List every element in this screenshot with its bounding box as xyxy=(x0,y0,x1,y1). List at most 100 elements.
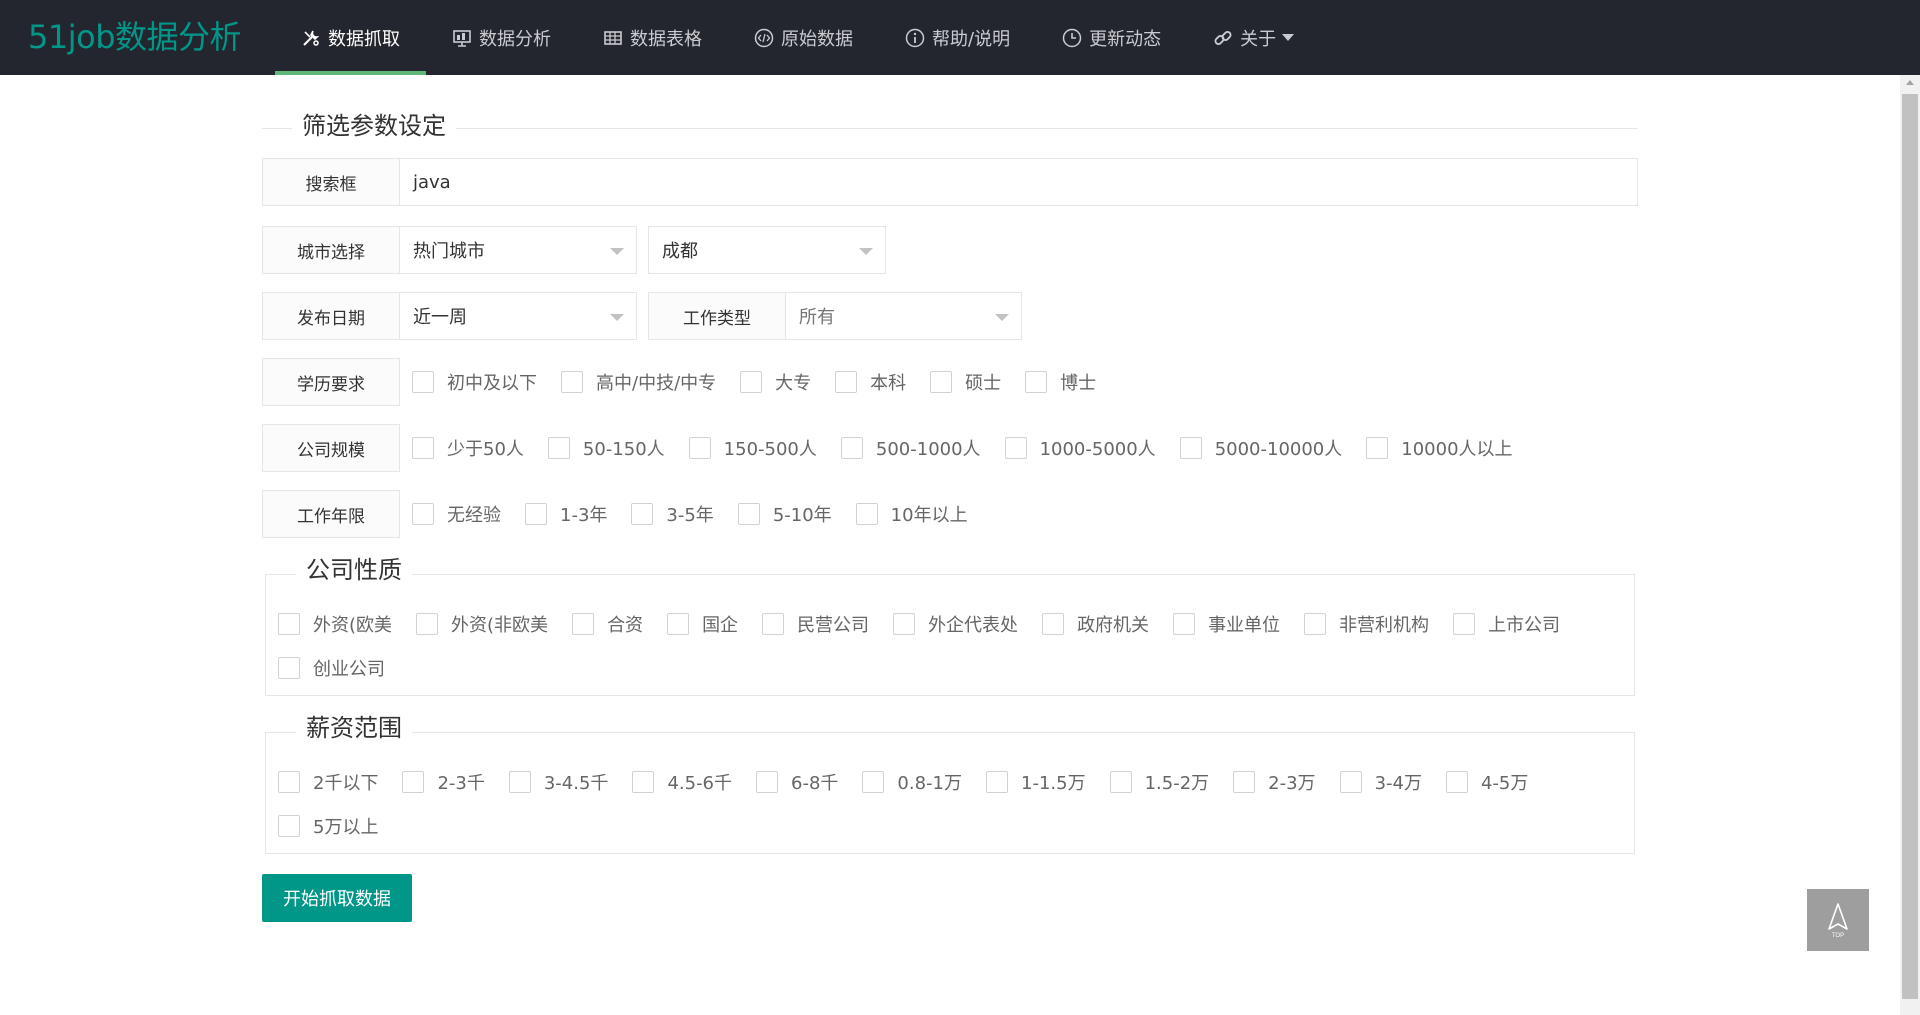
checkbox-box[interactable] xyxy=(1453,613,1476,635)
checkbox-company-type[interactable]: 外资(欧美 xyxy=(278,611,392,637)
job-type-select[interactable]: 所有 xyxy=(786,292,1022,340)
checkbox-box[interactable] xyxy=(1004,437,1027,459)
checkbox-company-type[interactable]: 政府机关 xyxy=(1042,611,1149,637)
nav-item-help[interactable]: 帮助/说明 xyxy=(879,0,1036,75)
checkbox-box[interactable] xyxy=(1109,771,1132,793)
checkbox-box[interactable] xyxy=(631,503,654,525)
checkbox-experience[interactable]: 5-10年 xyxy=(737,501,832,527)
checkbox-box[interactable] xyxy=(1042,613,1065,635)
checkbox-experience[interactable]: 无经验 xyxy=(412,501,501,527)
checkbox-box[interactable] xyxy=(986,771,1008,793)
checkbox-box[interactable] xyxy=(561,371,583,393)
date-select[interactable]: 近一周 xyxy=(400,292,637,340)
checkbox-box[interactable] xyxy=(762,613,785,635)
checkbox-company-type[interactable]: 外企代表处 xyxy=(893,611,1018,637)
checkbox-company-size[interactable]: 少于50人 xyxy=(412,435,524,461)
checkbox-education[interactable]: 高中/中技/中专 xyxy=(561,369,716,395)
checkbox-box[interactable] xyxy=(278,771,300,793)
city-select[interactable]: 成都 xyxy=(648,226,886,274)
checkbox-box[interactable] xyxy=(1233,771,1256,793)
checkbox-box[interactable] xyxy=(412,371,434,393)
checkbox-company-type[interactable]: 外资(非欧美 xyxy=(416,611,548,637)
checkbox-box[interactable] xyxy=(1339,771,1362,793)
checkbox-label: 少于50人 xyxy=(447,439,524,460)
checkbox-company-size[interactable]: 1000-5000人 xyxy=(1004,435,1156,461)
nav-item-updates[interactable]: 更新动态 xyxy=(1036,0,1187,75)
checkbox-salary[interactable]: 4-5万 xyxy=(1445,769,1528,795)
nav-item-about[interactable]: 关于 xyxy=(1187,0,1320,75)
checkbox-box[interactable] xyxy=(862,771,885,793)
checkbox-box[interactable] xyxy=(1173,613,1196,635)
nav-item-data-table[interactable]: 数据表格 xyxy=(577,0,728,75)
checkbox-company-type[interactable]: 民营公司 xyxy=(762,611,869,637)
city-category-select[interactable]: 热门城市 xyxy=(400,226,637,274)
checkbox-company-type[interactable]: 事业单位 xyxy=(1173,611,1280,637)
checkbox-box[interactable] xyxy=(855,503,878,525)
search-input[interactable]: java xyxy=(400,158,1638,206)
checkbox-company-size[interactable]: 10000人以上 xyxy=(1366,435,1513,461)
checkbox-education[interactable]: 初中及以下 xyxy=(412,369,537,395)
checkbox-box[interactable] xyxy=(840,437,863,459)
checkbox-box[interactable] xyxy=(525,503,547,525)
checkbox-company-type[interactable]: 创业公司 xyxy=(278,655,385,681)
nav-item-data-crawl[interactable]: 数据抓取 xyxy=(275,0,426,75)
checkbox-box[interactable] xyxy=(688,437,711,459)
checkbox-salary[interactable]: 1-1.5万 xyxy=(986,769,1086,795)
checkbox-company-size[interactable]: 5000-10000人 xyxy=(1179,435,1342,461)
checkbox-salary[interactable]: 6-8千 xyxy=(756,769,838,795)
checkbox-box[interactable] xyxy=(1179,437,1202,459)
checkbox-education[interactable]: 大专 xyxy=(740,369,811,395)
checkbox-salary[interactable]: 3-4万 xyxy=(1339,769,1422,795)
checkbox-company-type[interactable]: 上市公司 xyxy=(1453,611,1560,637)
checkbox-company-type[interactable]: 合资 xyxy=(572,611,643,637)
checkbox-box[interactable] xyxy=(1445,771,1468,793)
checkbox-box[interactable] xyxy=(740,371,763,393)
checkbox-salary[interactable]: 3-4.5千 xyxy=(508,769,608,795)
checkbox-education[interactable]: 本科 xyxy=(835,369,906,395)
scroll-up-arrow-icon[interactable] xyxy=(1906,80,1914,85)
checkbox-box[interactable] xyxy=(508,771,531,793)
checkbox-box[interactable] xyxy=(1025,371,1048,393)
nav-item-data-analysis[interactable]: 数据分析 xyxy=(426,0,577,75)
start-crawl-button[interactable]: 开始抓取数据 xyxy=(262,874,412,922)
nav-item-raw-data[interactable]: 原始数据 xyxy=(728,0,879,75)
checkbox-box[interactable] xyxy=(756,771,779,793)
checkbox-salary[interactable]: 5万以上 xyxy=(278,813,378,839)
checkbox-box[interactable] xyxy=(737,503,760,525)
checkbox-box[interactable] xyxy=(412,437,434,459)
app-logo[interactable]: 51job数据分析 xyxy=(28,0,242,75)
scrollbar-thumb[interactable] xyxy=(1902,94,1918,999)
back-to-top-button[interactable]: TOP xyxy=(1807,889,1869,951)
checkbox-salary[interactable]: 0.8-1万 xyxy=(862,769,962,795)
checkbox-company-size[interactable]: 150-500人 xyxy=(688,435,817,461)
checkbox-company-size[interactable]: 50-150人 xyxy=(547,435,665,461)
checkbox-box[interactable] xyxy=(278,613,300,635)
checkbox-salary[interactable]: 4.5-6千 xyxy=(632,769,732,795)
checkbox-box[interactable] xyxy=(278,657,300,679)
checkbox-box[interactable] xyxy=(278,815,300,837)
checkbox-company-type[interactable]: 国企 xyxy=(667,611,738,637)
checkbox-box[interactable] xyxy=(1366,437,1389,459)
checkbox-experience[interactable]: 3-5年 xyxy=(631,501,714,527)
checkbox-company-size[interactable]: 500-1000人 xyxy=(840,435,981,461)
checkbox-box[interactable] xyxy=(667,613,690,635)
checkbox-company-type[interactable]: 非营利机构 xyxy=(1304,611,1429,637)
checkbox-salary[interactable]: 1.5-2万 xyxy=(1109,769,1209,795)
checkbox-box[interactable] xyxy=(547,437,570,459)
checkbox-box[interactable] xyxy=(835,371,858,393)
checkbox-box[interactable] xyxy=(402,771,425,793)
checkbox-salary[interactable]: 2-3万 xyxy=(1233,769,1316,795)
checkbox-salary[interactable]: 2千以下 xyxy=(278,769,378,795)
checkbox-experience[interactable]: 1-3年 xyxy=(525,501,607,527)
checkbox-experience[interactable]: 10年以上 xyxy=(855,501,968,527)
checkbox-box[interactable] xyxy=(572,613,595,635)
checkbox-box[interactable] xyxy=(930,371,953,393)
checkbox-box[interactable] xyxy=(412,503,434,525)
checkbox-salary[interactable]: 2-3千 xyxy=(402,769,485,795)
checkbox-education[interactable]: 博士 xyxy=(1025,369,1096,395)
checkbox-box[interactable] xyxy=(416,613,439,635)
checkbox-box[interactable] xyxy=(632,771,655,793)
checkbox-education[interactable]: 硕士 xyxy=(930,369,1001,395)
checkbox-box[interactable] xyxy=(1304,613,1327,635)
checkbox-box[interactable] xyxy=(893,613,916,635)
